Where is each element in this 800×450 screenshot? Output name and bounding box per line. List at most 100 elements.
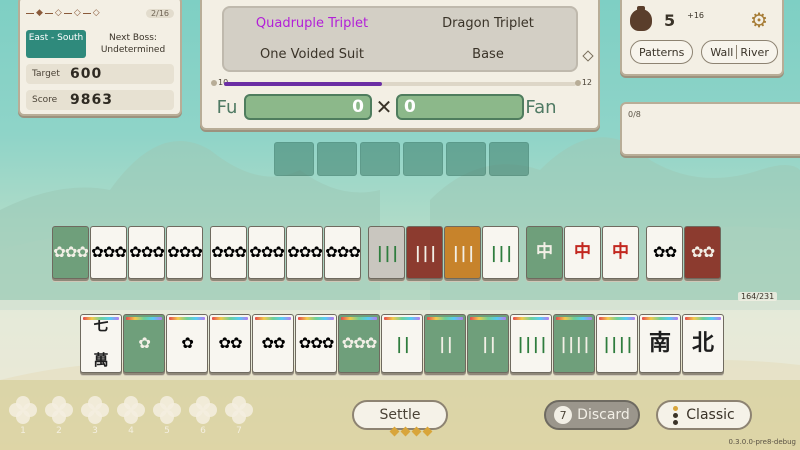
hand-tile[interactable]: 南 bbox=[639, 314, 681, 373]
tile-face: ✿✿✿ bbox=[167, 243, 202, 261]
tile-face: 中 bbox=[574, 242, 591, 262]
tile-face: 南 bbox=[648, 330, 671, 356]
wall-tile[interactable]: 中 bbox=[602, 226, 639, 279]
clover-slot-icon bbox=[9, 396, 37, 424]
classic-button[interactable]: Classic bbox=[656, 400, 752, 430]
hand-tile[interactable]: |||| bbox=[510, 314, 552, 373]
discard-slot-number: 1 bbox=[20, 426, 26, 436]
hand-tile[interactable]: ✿ bbox=[123, 314, 165, 373]
tile-face: ✿✿✿ bbox=[91, 243, 126, 261]
discard-slot[interactable]: 6 bbox=[188, 396, 218, 436]
hand-tile[interactable]: |||| bbox=[596, 314, 638, 373]
hand-tile[interactable]: ✿✿✿ bbox=[295, 314, 337, 373]
pattern-base[interactable]: Base bbox=[472, 47, 504, 62]
wall-tile[interactable]: ||| bbox=[444, 226, 481, 279]
tile-face: || bbox=[480, 333, 497, 353]
tile-face: ✿✿ bbox=[690, 243, 715, 261]
discard-slot-number: 4 bbox=[128, 426, 134, 436]
wall-tile[interactable]: ✿✿✿ bbox=[90, 226, 127, 279]
hand-tile[interactable]: ✿✿ bbox=[252, 314, 294, 373]
multiply-icon: ✕ bbox=[375, 95, 393, 119]
tile-count: 164/231 bbox=[738, 292, 778, 301]
discard-slot[interactable]: 1 bbox=[8, 396, 38, 436]
tile-face: ✿✿ bbox=[261, 334, 285, 352]
discard-slot[interactable]: 3 bbox=[80, 396, 110, 436]
target-row: Target 600 bbox=[26, 64, 174, 84]
hand-tile[interactable]: |||| bbox=[553, 314, 595, 373]
wall-tile[interactable]: 中 bbox=[526, 226, 563, 279]
pattern-one-voided-suit[interactable]: One Voided Suit bbox=[260, 47, 364, 62]
wall-tiles-row: ✿✿✿ ✿✿✿ ✿✿✿ ✿✿✿ ✿✿✿ ✿✿✿ ✿✿✿ ✿✿✿ ||| ||| ||| ||| 中中中 ✿… bbox=[52, 226, 722, 279]
wall-tile[interactable]: ✿✿✿ bbox=[324, 226, 361, 279]
wall-tile[interactable]: ✿✿✿ bbox=[210, 226, 247, 279]
tile-face: ✿✿✿ bbox=[53, 243, 88, 261]
score-value: 9863 bbox=[70, 92, 113, 108]
wall-tile[interactable]: ✿✿ bbox=[646, 226, 683, 279]
next-boss-value: Undetermined bbox=[100, 45, 166, 55]
progress-end-dot-icon bbox=[574, 79, 581, 86]
discard-slot-number: 5 bbox=[164, 426, 170, 436]
tile-face: 七 bbox=[93, 316, 109, 335]
tile-face: || bbox=[437, 333, 454, 353]
patterns-button[interactable]: Patterns bbox=[630, 40, 694, 64]
tile-face: ✿✿✿ bbox=[211, 243, 246, 261]
wall-tile[interactable]: ||| bbox=[368, 226, 405, 279]
hand-tile[interactable]: ✿ bbox=[166, 314, 208, 373]
tile-face: 中 bbox=[536, 242, 553, 262]
hand-tile[interactable]: 七萬 bbox=[80, 314, 122, 373]
wall-tile[interactable]: ✿✿✿ bbox=[248, 226, 285, 279]
tile-face: ||| bbox=[413, 242, 438, 262]
meld-slot bbox=[317, 142, 357, 176]
wind-badge: East - South bbox=[26, 30, 86, 58]
discard-label: Discard bbox=[577, 407, 630, 423]
tile-face: ||| bbox=[489, 242, 514, 262]
hand-tile[interactable]: 北 bbox=[682, 314, 724, 373]
tile-face: ✿✿ bbox=[218, 334, 242, 352]
money-pouch-icon bbox=[630, 6, 652, 31]
tile-face: ✿✿✿ bbox=[249, 243, 284, 261]
dots-icon bbox=[673, 405, 679, 425]
round-counter-badge: 2/16 bbox=[146, 8, 174, 18]
fu-fan-row: Fu 0 ✕ 0 Fan bbox=[210, 92, 590, 122]
discard-slot[interactable]: 4 bbox=[116, 396, 146, 436]
hand-tile[interactable]: || bbox=[424, 314, 466, 373]
hand-tile[interactable]: || bbox=[467, 314, 509, 373]
wall-tile[interactable]: ||| bbox=[482, 226, 519, 279]
wall-button[interactable]: Wall bbox=[710, 46, 733, 59]
discard-slot[interactable]: 2 bbox=[44, 396, 74, 436]
tile-face: || bbox=[394, 333, 411, 353]
settle-button[interactable]: Settle bbox=[352, 400, 448, 430]
tile-face: ✿✿✿ bbox=[325, 243, 360, 261]
tile-face: ✿ bbox=[181, 334, 194, 352]
wall-tile[interactable]: ✿✿✿ bbox=[166, 226, 203, 279]
hand-tile[interactable]: ✿✿✿ bbox=[338, 314, 380, 373]
clover-slot-icon bbox=[225, 396, 253, 424]
hand-tile[interactable]: ✿✿ bbox=[209, 314, 251, 373]
fan-label: Fan bbox=[525, 96, 557, 118]
clover-slot-icon bbox=[117, 396, 145, 424]
wall-tile[interactable]: ✿✿ bbox=[684, 226, 721, 279]
tile-face: 北 bbox=[691, 330, 714, 356]
wall-tile[interactable]: ✿✿✿ bbox=[286, 226, 323, 279]
wall-tile[interactable]: ✿✿✿ bbox=[128, 226, 165, 279]
tile-face: ||| bbox=[451, 242, 476, 262]
scoring-panel: Quadruple Triplet Dragon Triplet One Voi… bbox=[200, 0, 600, 130]
hand-tile[interactable]: || bbox=[381, 314, 423, 373]
gear-icon[interactable]: ⚙ bbox=[750, 8, 768, 32]
river-panel: 0/8 bbox=[620, 102, 800, 156]
wall-tile[interactable]: ✿✿✿ bbox=[52, 226, 89, 279]
wall-tile[interactable]: 中 bbox=[564, 226, 601, 279]
river-button[interactable]: River bbox=[740, 46, 769, 59]
tile-face: ✿✿✿ bbox=[341, 334, 378, 352]
meld-slot bbox=[446, 142, 486, 176]
tile-face: |||| bbox=[601, 333, 635, 353]
pattern-quadruple-triplet[interactable]: Quadruple Triplet bbox=[256, 16, 368, 31]
wall-tile[interactable]: ||| bbox=[406, 226, 443, 279]
round-progress-ornament: ◆ ◇ ◇ ◇ bbox=[26, 8, 100, 18]
discard-button[interactable]: 7 Discard bbox=[544, 400, 640, 430]
next-boss-info: Next Boss: Undetermined bbox=[92, 30, 174, 58]
wall-river-toggle[interactable]: Wall River bbox=[701, 40, 778, 64]
discard-slot[interactable]: 5 bbox=[152, 396, 182, 436]
pattern-dragon-triplet[interactable]: Dragon Triplet bbox=[442, 16, 534, 31]
discard-slot[interactable]: 7 bbox=[224, 396, 254, 436]
